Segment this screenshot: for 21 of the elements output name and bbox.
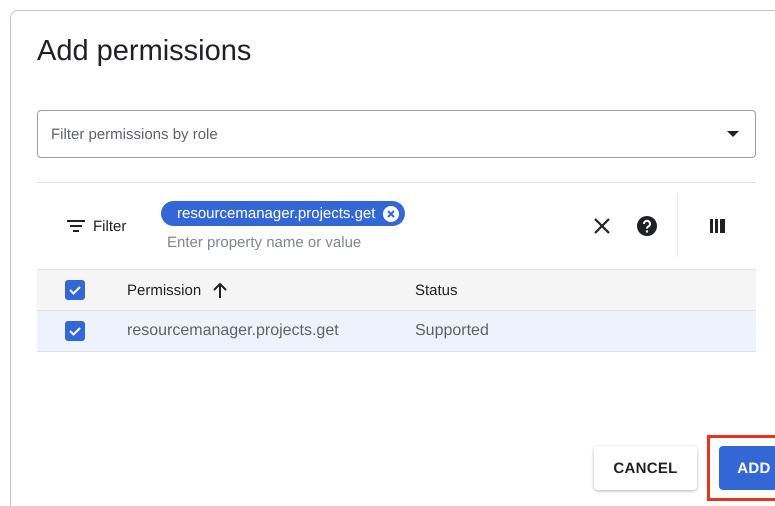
role-filter-dropdown[interactable]: Filter permissions by role: [37, 110, 756, 158]
row-checkbox[interactable]: [65, 321, 85, 341]
filter-chip[interactable]: resourcemanager.projects.get: [161, 201, 406, 226]
table-row[interactable]: resourcemanager.projects.get Supported: [37, 311, 756, 352]
select-all-checkbox[interactable]: [65, 280, 85, 300]
column-header[interactable]: Permission: [127, 282, 202, 298]
remove-chip-icon[interactable]: [383, 206, 400, 222]
cancel-button[interactable]: CANCEL: [594, 446, 697, 490]
help-icon[interactable]: [637, 216, 657, 236]
dropdown-placeholder: Filter permissions by role: [51, 126, 218, 142]
sort-arrow-icon[interactable]: [213, 282, 228, 298]
filter-icon: [67, 220, 85, 232]
column-display-icon[interactable]: [710, 218, 726, 234]
add-button[interactable]: ADD: [719, 446, 775, 490]
close-icon[interactable]: [593, 217, 611, 235]
table-cell: resourcemanager.projects.get: [127, 322, 339, 340]
dropdown-caret-icon: [727, 131, 739, 137]
dialog-title: Add permissions: [37, 35, 252, 68]
column-header[interactable]: Status: [415, 282, 458, 298]
table-cell: Supported: [415, 322, 489, 340]
filter-button[interactable]: Filter: [37, 218, 161, 234]
